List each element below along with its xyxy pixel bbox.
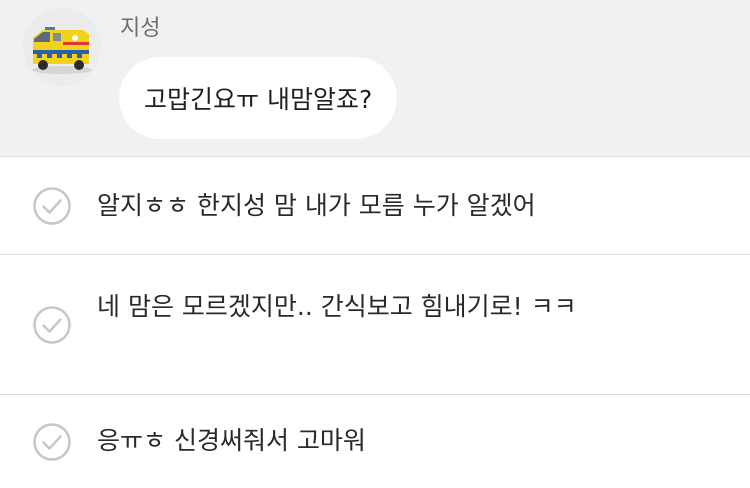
ambulance-icon bbox=[23, 8, 101, 86]
message-text: 고맙긴요ㅠ 내맘알죠? bbox=[144, 85, 373, 114]
reply-text: 네 맘은 모르겠지만.. 간식보고 힘내기로! ㅋㅋ bbox=[97, 292, 577, 321]
sender-name: 지성 bbox=[120, 16, 161, 41]
message-bubble: 고맙긴요ㅠ 내맘알죠? bbox=[119, 57, 398, 139]
reply-options-list: 알지ㅎㅎ 한지성 맘 내가 모름 누가 알겠어 네 맘은 모르겠지만.. 간식보… bbox=[0, 157, 750, 487]
reply-option-1[interactable]: 알지ㅎㅎ 한지성 맘 내가 모름 누가 알겠어 bbox=[0, 157, 750, 255]
check-circle-icon bbox=[33, 187, 71, 225]
reply-option-3[interactable]: 응ㅠㅎ 신경써줘서 고마워 bbox=[0, 395, 750, 487]
reply-text: 응ㅠㅎ 신경써줘서 고마워 bbox=[97, 426, 366, 455]
check-circle-icon bbox=[33, 423, 71, 461]
reply-text: 알지ㅎㅎ 한지성 맘 내가 모름 누가 알겠어 bbox=[97, 191, 536, 220]
reply-option-2[interactable]: 네 맘은 모르겠지만.. 간식보고 힘내기로! ㅋㅋ bbox=[0, 255, 750, 395]
chat-message-area: 지성 고맙긴요ㅠ 내맘알죠? bbox=[0, 0, 750, 157]
avatar[interactable] bbox=[23, 8, 101, 86]
check-circle-icon bbox=[33, 306, 71, 344]
